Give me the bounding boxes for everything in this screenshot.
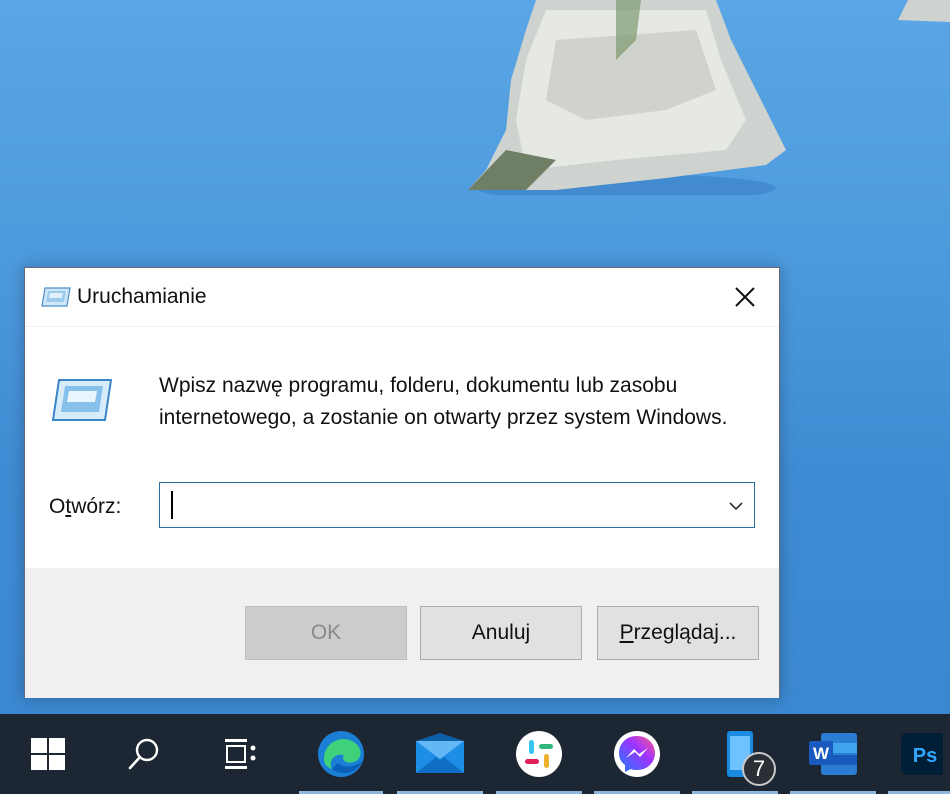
taskbar-mail[interactable] [397,714,483,794]
task-view-icon [225,739,256,769]
browse-button[interactable]: Przeglądaj... [597,606,759,660]
chevron-down-icon[interactable] [724,494,748,518]
taskbar-edge[interactable] [299,714,383,794]
windows-logo-icon [31,738,65,770]
open-combobox[interactable] [159,482,755,528]
word-logo-letter: W [813,744,830,763]
close-button[interactable] [711,268,779,326]
close-icon [735,287,755,307]
photoshop-icon: Ps [901,733,943,775]
run-app-icon [41,287,71,307]
word-icon: W [809,733,857,775]
search-icon [128,738,159,770]
dialog-footer: OK Anuluj Przeglądaj... [25,568,779,698]
ok-button[interactable]: OK [245,606,407,660]
open-label: Otwórz: [49,495,122,518]
messenger-icon [614,731,660,777]
dialog-title: Uruchamianie [77,285,207,308]
task-view-button[interactable] [192,714,288,794]
taskbar-photoshop[interactable]: Ps [888,714,950,794]
wallpaper-rock-small [898,0,950,22]
open-input[interactable] [160,483,720,527]
dialog-description: Wpisz nazwę programu, folderu, dokumentu… [159,374,728,429]
taskbar: W Ps [0,714,950,794]
taskbar-slack[interactable] [496,714,582,794]
cancel-button[interactable]: Anuluj [420,606,582,660]
slack-icon [516,731,562,777]
text-caret [171,491,173,519]
taskbar-messenger[interactable] [594,714,680,794]
dialog-titlebar[interactable]: Uruchamianie [25,268,779,326]
mail-icon [416,733,464,773]
search-button[interactable] [96,714,192,794]
edge-icon [318,731,364,777]
titlebar-divider [25,326,779,327]
taskbar-word[interactable]: W [790,714,876,794]
notification-badge: 7 [742,752,776,786]
run-large-icon [51,379,113,421]
start-button[interactable] [0,714,96,794]
wallpaper-rock [468,0,786,195]
run-dialog: Uruchamianie Wpisz nazwę programu, folde… [24,267,780,698]
photoshop-logo-text: Ps [913,745,937,767]
